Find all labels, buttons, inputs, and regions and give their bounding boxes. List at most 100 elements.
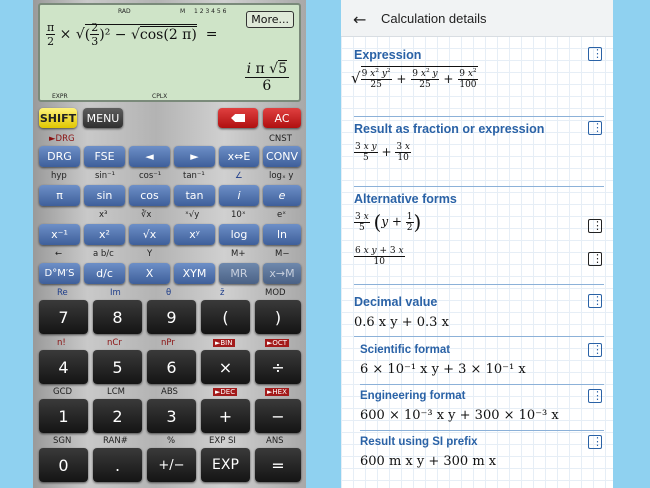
digit-7-button[interactable]: 7 bbox=[39, 300, 88, 334]
digit-5-button[interactable]: 5 bbox=[93, 350, 142, 384]
close-paren-button[interactable]: ) bbox=[255, 300, 301, 334]
add-button[interactable]: + bbox=[201, 399, 250, 433]
calculator-display: RAD M 1 2 3 4 5 6 More... π2 × √(2 3)² − … bbox=[38, 3, 301, 102]
m-minus-label: M− bbox=[275, 249, 290, 259]
alternative-form-2: 6 x y + 3 x 10 bbox=[354, 246, 405, 267]
decimal-menu-icon[interactable] bbox=[588, 294, 603, 308]
x-variable-button[interactable]: X bbox=[129, 263, 170, 284]
drg-button[interactable]: DRG bbox=[39, 146, 80, 167]
digit-4-button[interactable]: 4 bbox=[39, 350, 88, 384]
dms-button[interactable]: D°M′S bbox=[39, 263, 80, 284]
divide-button[interactable]: ÷ bbox=[255, 350, 301, 384]
ncr-label: nCr bbox=[107, 338, 122, 348]
si-prefix-menu-icon[interactable] bbox=[588, 435, 603, 449]
reciprocal-button[interactable]: x⁻¹ bbox=[39, 224, 80, 245]
display-expression: π2 × √(2 3)² − √cos(2 π) = bbox=[46, 21, 218, 48]
scientific-menu-icon[interactable] bbox=[588, 343, 603, 357]
decimal-point-button[interactable]: . bbox=[93, 448, 142, 482]
scientific-heading: Scientific format bbox=[360, 344, 451, 356]
memory-recall-button[interactable]: MR bbox=[219, 263, 259, 284]
engineering-menu-icon[interactable] bbox=[588, 389, 603, 403]
delete-button[interactable] bbox=[218, 108, 258, 128]
log-button[interactable]: log bbox=[219, 224, 259, 245]
conv-button[interactable]: CONV bbox=[263, 146, 301, 167]
engineering-value: 600 × 10⁻³ x y + 300 × 10⁻³ x bbox=[360, 408, 559, 423]
xym-button[interactable]: XYM bbox=[174, 263, 215, 284]
mod-label: MOD bbox=[265, 288, 286, 298]
equals-button[interactable]: = bbox=[255, 448, 301, 482]
left-arrow-label: ← bbox=[55, 249, 63, 259]
cursor-left-button[interactable]: ◄ bbox=[129, 146, 170, 167]
exp-si-label: EXP SI bbox=[209, 436, 236, 446]
digit-6-button[interactable]: 6 bbox=[147, 350, 196, 384]
random-label: RAN# bbox=[103, 436, 128, 446]
im-label: Im bbox=[110, 288, 121, 298]
fraction-menu-icon[interactable] bbox=[588, 121, 603, 135]
sin-button[interactable]: sin bbox=[84, 185, 125, 206]
digit-2-button[interactable]: 2 bbox=[93, 399, 142, 433]
alternative-form-1: 3 x5 (y + 1 2) bbox=[354, 210, 422, 234]
section-divider bbox=[354, 336, 604, 337]
x-swap-e-button[interactable]: x⇔E bbox=[219, 146, 259, 167]
alternative-heading: Alternative forms bbox=[354, 192, 457, 206]
expression-menu-icon[interactable] bbox=[588, 47, 603, 61]
to-dec-label: ►DEC bbox=[213, 388, 238, 396]
page-title: Calculation details bbox=[381, 11, 487, 26]
section-divider bbox=[360, 384, 604, 385]
power-button[interactable]: xʸ bbox=[174, 224, 215, 245]
asin-label: sin⁻¹ bbox=[95, 171, 116, 181]
section-divider bbox=[354, 284, 604, 285]
multiply-button[interactable]: × bbox=[201, 350, 250, 384]
exp-label: eˣ bbox=[277, 210, 287, 220]
angle-label: ∠ bbox=[235, 171, 243, 181]
si-prefix-value: 600 m x y + 300 m x bbox=[360, 454, 497, 469]
backspace-icon bbox=[231, 114, 245, 122]
rad-indicator: RAD bbox=[118, 8, 131, 15]
percent-label: % bbox=[167, 436, 176, 446]
si-prefix-heading: Result using SI prefix bbox=[360, 436, 478, 448]
alternative-2-menu-icon[interactable] bbox=[588, 252, 603, 266]
store-memory-button[interactable]: x→M bbox=[263, 263, 301, 284]
cnst-label: CNST bbox=[269, 134, 292, 144]
factorial-label: n! bbox=[57, 338, 66, 348]
digit-3-button[interactable]: 3 bbox=[147, 399, 196, 433]
digit-9-button[interactable]: 9 bbox=[147, 300, 196, 334]
fse-button[interactable]: FSE bbox=[84, 146, 125, 167]
cube-root-label: ∛x bbox=[141, 210, 152, 220]
back-arrow-icon[interactable]: ← bbox=[353, 10, 366, 29]
ln-button[interactable]: ln bbox=[263, 224, 301, 245]
more-button[interactable]: More... bbox=[246, 11, 294, 28]
pi-button[interactable]: π bbox=[39, 185, 80, 206]
alternative-1-menu-icon[interactable] bbox=[588, 219, 603, 233]
section-divider bbox=[354, 186, 604, 187]
digit-8-button[interactable]: 8 bbox=[93, 300, 142, 334]
exp-button[interactable]: EXP bbox=[201, 448, 250, 482]
to-bin-label: ►BIN bbox=[213, 339, 235, 347]
open-paren-button[interactable]: ( bbox=[201, 300, 250, 334]
shift-button[interactable]: SHIFT bbox=[39, 108, 77, 128]
subtract-button[interactable]: − bbox=[255, 399, 301, 433]
e-button[interactable]: e bbox=[263, 185, 301, 206]
tan-button[interactable]: tan bbox=[174, 185, 215, 206]
square-button[interactable]: x² bbox=[84, 224, 125, 245]
menu-button[interactable]: MENU bbox=[83, 108, 123, 128]
hyp-label: hyp bbox=[51, 171, 67, 181]
cos-button[interactable]: cos bbox=[129, 185, 170, 206]
atan-label: tan⁻¹ bbox=[183, 171, 205, 181]
xth-root-label: ˣ√y bbox=[185, 210, 200, 220]
digit-1-button[interactable]: 1 bbox=[39, 399, 88, 433]
fraction-button[interactable]: d/c bbox=[84, 263, 125, 284]
gcd-label: GCD bbox=[53, 387, 73, 397]
lcm-label: LCM bbox=[107, 387, 126, 397]
ans-label: ANS bbox=[266, 436, 284, 446]
all-clear-button[interactable]: AC bbox=[263, 108, 301, 128]
imaginary-i-button[interactable]: i bbox=[219, 185, 259, 206]
negate-button[interactable]: +/− bbox=[147, 448, 196, 482]
expr-indicator: EXPR bbox=[52, 93, 68, 100]
sqrt-button[interactable]: √x bbox=[129, 224, 170, 245]
to-oct-label: ►OCT bbox=[265, 339, 290, 347]
conjugate-label: z̄ bbox=[220, 288, 225, 298]
cursor-right-button[interactable]: ► bbox=[174, 146, 215, 167]
digit-0-button[interactable]: 0 bbox=[39, 448, 88, 482]
theta-label: θ bbox=[166, 288, 172, 298]
